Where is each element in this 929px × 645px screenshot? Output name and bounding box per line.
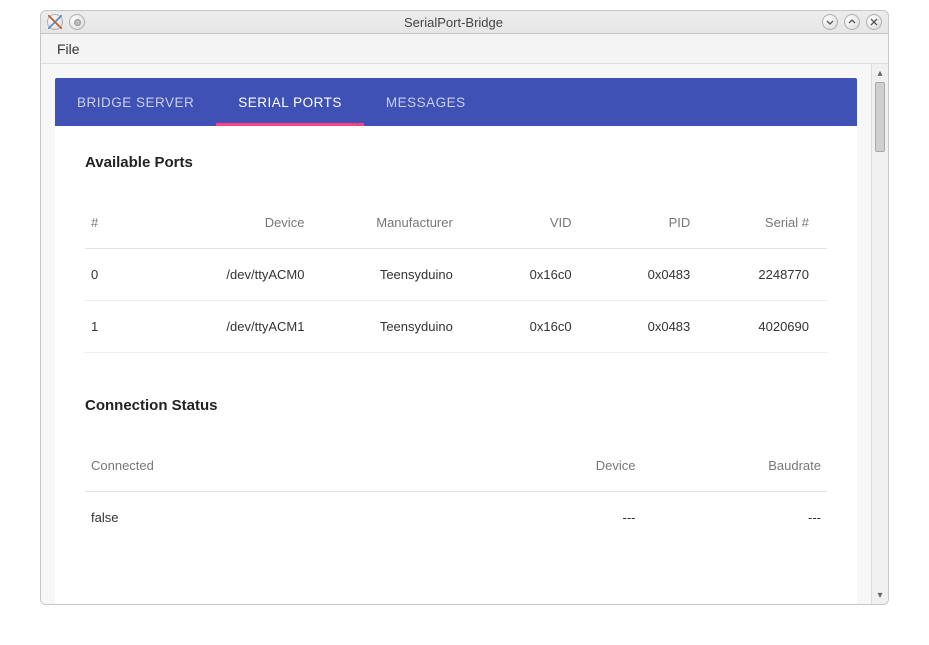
table-available-ports: # Device Manufacturer VID PID Serial # 0 — [85, 195, 827, 353]
cell-pid: 0x0483 — [590, 249, 709, 301]
window-pin-button[interactable] — [69, 14, 85, 30]
tab-serial-ports[interactable]: Serial Ports — [216, 78, 364, 126]
close-button[interactable] — [866, 14, 882, 30]
col-vid: VID — [471, 195, 590, 249]
cell-device: --- — [456, 492, 642, 544]
vertical-scrollbar[interactable]: ▴ ▾ — [871, 64, 888, 604]
tabs: Bridge Server Serial Ports Messages — [55, 78, 857, 126]
heading-available-ports: Available Ports — [85, 154, 827, 171]
table-connection-status: Connected Device Baudrate false --- --- — [85, 438, 827, 543]
tab-bridge-server[interactable]: Bridge Server — [55, 78, 216, 126]
col-baudrate: Baudrate — [642, 438, 828, 492]
cell-manufacturer: Teensyduino — [322, 249, 470, 301]
col-device: Device — [144, 195, 322, 249]
cell-serial: 4020690 — [708, 301, 827, 353]
col-manufacturer: Manufacturer — [322, 195, 470, 249]
col-connected: Connected — [85, 438, 456, 492]
cell-vid: 0x16c0 — [471, 301, 590, 353]
cell-manufacturer: Teensyduino — [322, 301, 470, 353]
maximize-button[interactable] — [844, 14, 860, 30]
table-row: false --- --- — [85, 492, 827, 544]
col-pid: PID — [590, 195, 709, 249]
cell-serial: 2248770 — [708, 249, 827, 301]
panel-serial-ports: Available Ports # Device Manufacturer VI — [55, 126, 857, 604]
table-header-row: # Device Manufacturer VID PID Serial # — [85, 195, 827, 249]
cell-device: /dev/ttyACM1 — [144, 301, 322, 353]
menu-file[interactable]: File — [49, 37, 88, 61]
table-row[interactable]: 1 /dev/ttyACM1 Teensyduino 0x16c0 0x0483… — [85, 301, 827, 353]
cell-vid: 0x16c0 — [471, 249, 590, 301]
cell-index: 0 — [85, 249, 144, 301]
cell-pid: 0x0483 — [590, 301, 709, 353]
col-device: Device — [456, 438, 642, 492]
minimize-button[interactable] — [822, 14, 838, 30]
window-menu-button[interactable] — [47, 14, 63, 30]
cell-connected: false — [85, 492, 456, 544]
window-titlebar: SerialPort-Bridge — [40, 10, 889, 34]
scroll-down-icon[interactable]: ▾ — [873, 588, 887, 602]
menubar: File — [41, 34, 888, 64]
tab-messages[interactable]: Messages — [364, 78, 488, 126]
col-serial: Serial # — [708, 195, 827, 249]
scroll-thumb[interactable] — [875, 82, 885, 152]
table-row[interactable]: 0 /dev/ttyACM0 Teensyduino 0x16c0 0x0483… — [85, 249, 827, 301]
cell-index: 1 — [85, 301, 144, 353]
scroll-up-icon[interactable]: ▴ — [873, 66, 887, 80]
heading-connection-status: Connection Status — [85, 397, 827, 414]
col-index: # — [85, 195, 144, 249]
window-title: SerialPort-Bridge — [85, 15, 822, 30]
table-header-row: Connected Device Baudrate — [85, 438, 827, 492]
cell-baudrate: --- — [642, 492, 828, 544]
cell-device: /dev/ttyACM0 — [144, 249, 322, 301]
